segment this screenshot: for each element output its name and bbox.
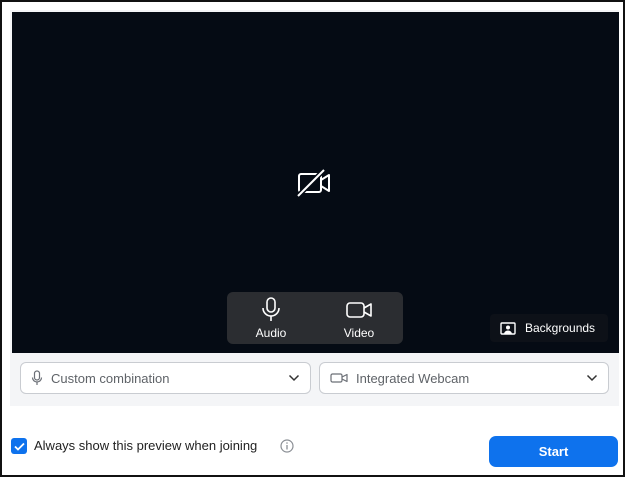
backgrounds-button[interactable]: Backgrounds xyxy=(490,314,608,342)
microphone-icon xyxy=(262,297,280,321)
audio-button[interactable]: Audio xyxy=(227,292,315,344)
video-camera-icon xyxy=(346,302,372,318)
microphone-icon xyxy=(31,370,43,385)
chevron-down-icon xyxy=(586,374,598,382)
media-controls: Audio Video xyxy=(227,292,403,344)
preview-checkbox-label: Always show this preview when joining xyxy=(34,438,258,453)
audio-label: Audio xyxy=(255,326,287,340)
video-device-label: Integrated Webcam xyxy=(356,370,470,386)
preview-dialog: Audio Video Backgrounds Custom combinati… xyxy=(0,0,625,477)
checkmark-icon xyxy=(13,442,25,451)
camera-off-icon xyxy=(296,168,330,198)
chevron-down-icon xyxy=(288,374,300,382)
preview-checkbox[interactable] xyxy=(11,438,27,454)
background-icon xyxy=(500,321,516,335)
start-button[interactable]: Start xyxy=(489,436,618,467)
backgrounds-label: Backgrounds xyxy=(525,321,596,335)
video-button[interactable]: Video xyxy=(315,292,403,344)
video-device-select[interactable]: Integrated Webcam xyxy=(319,362,609,394)
info-icon[interactable] xyxy=(280,439,294,453)
video-camera-icon xyxy=(330,373,348,383)
video-label: Video xyxy=(343,326,375,340)
audio-device-label: Custom combination xyxy=(51,370,170,386)
audio-device-select[interactable]: Custom combination xyxy=(20,362,311,394)
